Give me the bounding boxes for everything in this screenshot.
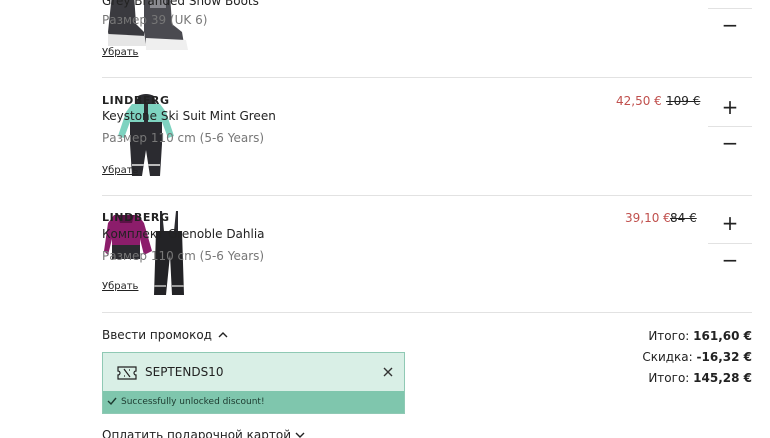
discount-row: Скидка: -16,32 €	[642, 349, 752, 370]
item-divider	[102, 312, 752, 313]
promo-success-text: Successfully unlocked discount!	[121, 397, 265, 407]
subtotal-value: 161,60 €	[693, 329, 752, 343]
item-divider	[102, 77, 752, 78]
product-size: Размер 39 (UK 6)	[102, 13, 208, 27]
product-name[interactable]: Keystone Ski Suit Mint Green	[102, 109, 276, 123]
sale-price: 39,10 €	[625, 211, 671, 225]
promo-code-toggle[interactable]: Ввести промокод	[102, 328, 228, 342]
total-label: Итого:	[648, 371, 690, 385]
chevron-up-icon	[218, 328, 228, 342]
product-brand: LINDBERG	[102, 94, 170, 107]
total-value: 145,28 €	[693, 371, 752, 385]
product-brand: LINDBERG	[102, 211, 170, 224]
product-thumbnail-boots[interactable]	[104, 0, 190, 54]
subtotal-label: Итого:	[648, 329, 690, 343]
remove-item-link[interactable]: Убрать	[102, 281, 138, 292]
product-size: Размер 110 cm (5-6 Years)	[102, 131, 265, 145]
close-icon[interactable]	[379, 363, 397, 381]
order-totals: Итого: 161,60 € Скидка: -16,32 € Итого: …	[642, 328, 752, 391]
subtotal-row: Итого: 161,60 €	[642, 328, 752, 349]
discount-label: Скидка:	[642, 350, 693, 364]
product-size: Размер 110 cm (5-6 Years)	[102, 249, 265, 263]
checkmark-icon	[107, 396, 117, 409]
original-price: 84 €	[670, 211, 697, 225]
promo-toggle-label: Ввести промокод	[102, 328, 212, 342]
product-name[interactable]: Комплект Grenoble Dahlia	[102, 227, 265, 241]
quantity-decrease-button[interactable]: −	[708, 242, 752, 278]
gift-card-label: Оплатить подарочной картой	[102, 428, 292, 438]
sale-price: 42,50 €	[616, 94, 662, 108]
chevron-down-icon	[295, 428, 305, 438]
remove-item-link[interactable]: Убрать	[102, 47, 138, 58]
total-row: Итого: 145,28 €	[642, 370, 752, 391]
quantity-decrease-button[interactable]: −	[708, 7, 752, 43]
quantity-increase-button[interactable]: +	[708, 89, 752, 125]
promo-success-message: Successfully unlocked discount!	[103, 391, 404, 413]
remove-item-link[interactable]: Убрать	[102, 165, 138, 176]
ticket-icon	[117, 365, 137, 384]
quantity-increase-button[interactable]: +	[708, 205, 752, 241]
discount-value: -16,32 €	[696, 350, 752, 364]
product-name[interactable]: Grey Branded Snow Boots	[102, 0, 259, 8]
promo-code-value: SEPTENDS10	[145, 365, 224, 379]
quantity-decrease-button[interactable]: −	[708, 125, 752, 161]
original-price: 109 €	[666, 94, 701, 108]
item-divider	[102, 195, 752, 196]
gift-card-toggle[interactable]: Оплатить подарочной картой	[102, 428, 305, 438]
promo-code-box: SEPTENDS10 Successfully unlocked discoun…	[102, 352, 405, 414]
